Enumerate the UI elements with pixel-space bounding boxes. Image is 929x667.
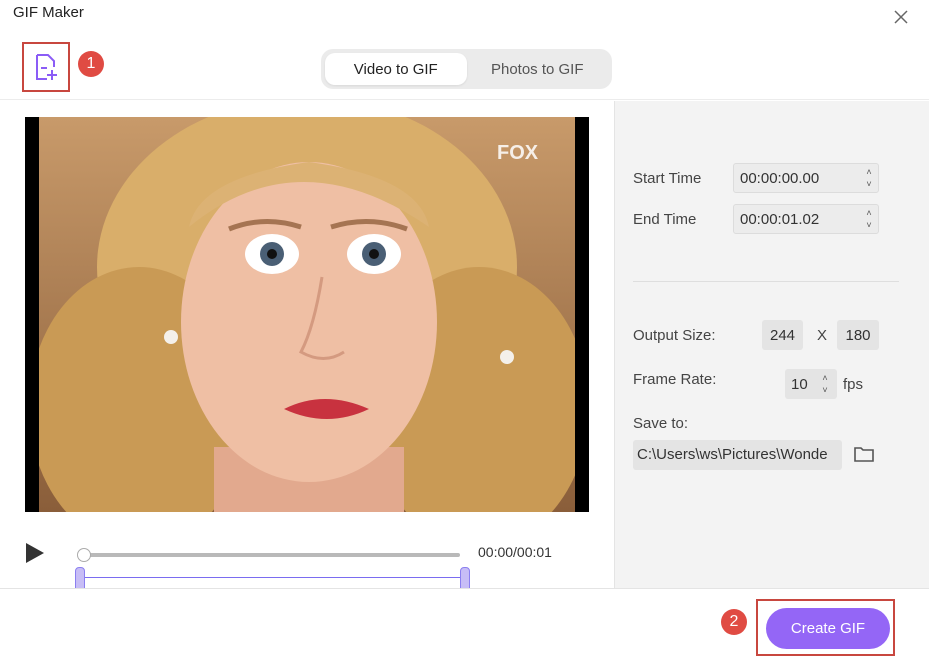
time-display: 00:00/00:01 xyxy=(478,544,552,560)
tab-photos-to-gif[interactable]: Photos to GIF xyxy=(467,53,609,85)
add-file-icon xyxy=(36,54,57,80)
trim-range-line xyxy=(85,577,460,578)
output-width-input[interactable]: 244 xyxy=(762,320,803,350)
chevron-up-icon[interactable]: ˄ xyxy=(866,207,871,219)
start-time-label: Start Time xyxy=(633,170,702,187)
frame-rate-spinner[interactable]: ˄ ˅ xyxy=(815,369,835,399)
save-path-field[interactable]: C:\Users\ws\Pictures\Wonde xyxy=(633,440,842,470)
add-file-button[interactable] xyxy=(22,42,70,92)
settings-panel: Start Time 00:00:00.00 ˄ ˅ End Time 00:00… xyxy=(614,101,929,588)
mode-switcher: Video to GIF Photos to GIF xyxy=(321,49,612,89)
toolbar: 1 Video to GIF Photos to GIF xyxy=(0,32,929,100)
video-frame-image: FOX xyxy=(39,117,575,512)
frame-rate-unit: fps xyxy=(843,376,864,393)
chevron-down-icon[interactable]: ˅ xyxy=(866,178,871,190)
video-watermark: FOX xyxy=(497,142,539,164)
create-gif-button[interactable]: Create GIF xyxy=(766,608,890,649)
trim-start-handle[interactable] xyxy=(75,567,85,589)
title-bar: GIF Maker xyxy=(0,0,929,32)
trim-range-selector[interactable] xyxy=(75,565,470,589)
end-time-label: End Time xyxy=(633,211,697,228)
close-icon[interactable] xyxy=(892,8,910,26)
size-separator: X xyxy=(817,327,828,344)
video-preview: FOX xyxy=(25,117,589,512)
start-time-spinner[interactable]: ˄ ˅ xyxy=(859,163,879,193)
tab-video-to-gif[interactable]: Video to GIF xyxy=(325,53,467,85)
chevron-up-icon[interactable]: ˄ xyxy=(822,372,827,384)
output-height-input[interactable]: 180 xyxy=(837,320,879,350)
step-badge-1: 1 xyxy=(78,51,104,77)
chevron-up-icon[interactable]: ˄ xyxy=(866,166,871,178)
timeline-track[interactable] xyxy=(84,553,460,557)
settings-divider xyxy=(633,281,899,282)
playhead-thumb[interactable] xyxy=(77,548,91,562)
step-badge-2: 2 xyxy=(721,609,747,635)
play-icon[interactable] xyxy=(24,541,46,565)
trim-end-handle[interactable] xyxy=(460,567,470,589)
chevron-down-icon[interactable]: ˅ xyxy=(822,384,827,396)
folder-icon[interactable] xyxy=(853,444,875,464)
end-time-input[interactable]: 00:00:01.02 xyxy=(733,204,879,234)
window-title: GIF Maker xyxy=(13,4,84,21)
chevron-down-icon[interactable]: ˅ xyxy=(866,219,871,231)
frame-rate-label: Frame Rate: xyxy=(633,371,717,388)
end-time-spinner[interactable]: ˄ ˅ xyxy=(859,204,879,234)
output-size-label: Output Size: xyxy=(633,327,716,344)
preview-panel: FOX 00:00/00:01 xyxy=(0,101,614,589)
save-to-label: Save to: xyxy=(633,415,689,432)
start-time-input[interactable]: 00:00:00.00 xyxy=(733,163,879,193)
